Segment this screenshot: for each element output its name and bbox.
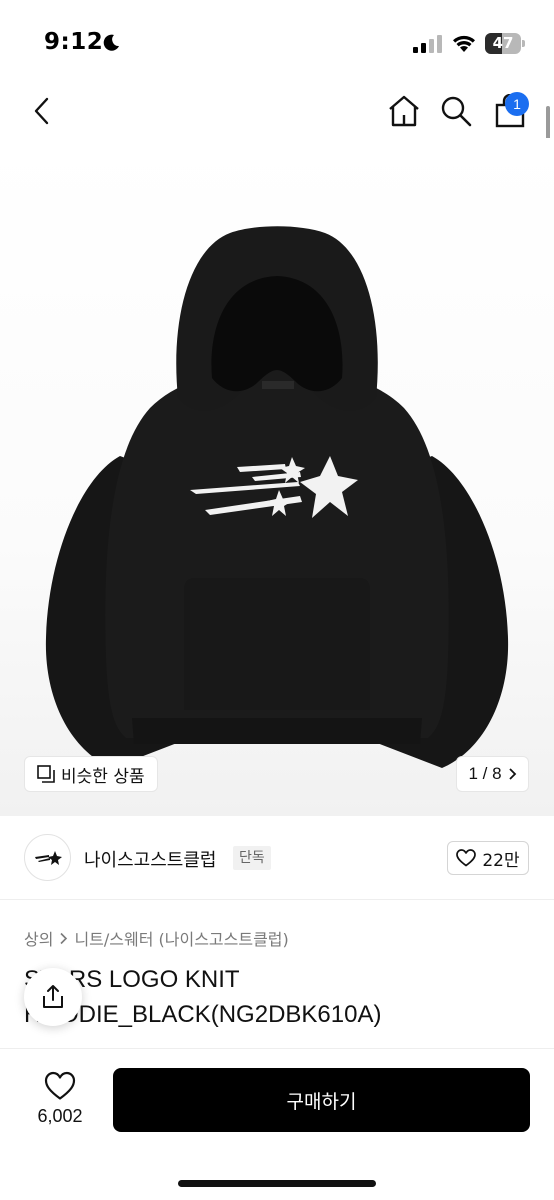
breadcrumb-category[interactable]: 상의 — [24, 926, 53, 950]
brand-row: 나이스고스트클럽 단독 22만 — [0, 816, 554, 900]
brand-logo[interactable] — [24, 834, 71, 881]
search-button[interactable] — [436, 88, 476, 134]
gallery-pager-button[interactable]: 1 / 8 — [456, 756, 529, 792]
brand-name[interactable]: 나이스고스트클럽 — [84, 846, 216, 872]
home-button[interactable] — [384, 88, 424, 134]
product-image-gallery[interactable] — [0, 138, 554, 816]
similar-items-icon — [37, 765, 55, 783]
product-photo-hoodie — [45, 226, 509, 768]
similar-products-button[interactable]: 비슷한 상품 — [24, 756, 158, 792]
gallery-page-indicator: 1 / 8 — [468, 764, 502, 783]
product-title: STARS LOGO KNIT HOODIE_BLACK(NG2DBK610A) — [24, 966, 382, 1028]
cart-count-badge: 1 — [505, 92, 529, 116]
status-bar: 9:12 47 — [0, 0, 554, 88]
brand-like-count: 22만 — [482, 850, 520, 871]
buy-button[interactable]: 구매하기 — [113, 1068, 530, 1132]
battery-icon: 47 — [485, 33, 525, 54]
home-icon — [389, 95, 419, 127]
brand-logo-mark — [34, 850, 62, 865]
moon-icon — [103, 34, 119, 51]
cellular-signal-icon — [413, 35, 442, 53]
heart-icon — [456, 849, 477, 867]
battery-level: 47 — [492, 34, 514, 52]
status-time: 9:12 — [44, 29, 104, 55]
brand-like-button[interactable]: 22만 — [447, 841, 529, 875]
home-indicator — [178, 1180, 376, 1187]
wishlist-button[interactable]: 6,002 — [24, 1071, 96, 1131]
chevron-right-icon — [508, 768, 516, 780]
back-button[interactable] — [22, 88, 62, 134]
wishlist-count: 6,002 — [37, 1106, 83, 1126]
share-button[interactable] — [24, 968, 82, 1026]
heart-icon — [44, 1071, 76, 1100]
exclusive-badge: 단독 — [233, 846, 271, 870]
breadcrumb-subcategory[interactable]: 니트/스웨터 (나이스고스트클럽) — [74, 926, 288, 950]
wifi-icon — [453, 35, 475, 52]
search-icon — [441, 96, 472, 127]
bottom-action-bar: 6,002 구매하기 — [0, 1048, 554, 1200]
share-icon — [43, 985, 63, 1008]
breadcrumb: 상의 니트/스웨터 (나이스고스트클럽) — [24, 926, 289, 950]
chevron-left-icon — [34, 97, 49, 125]
similar-products-label: 비슷한 상품 — [61, 766, 145, 787]
top-nav — [0, 88, 554, 138]
chevron-right-icon — [60, 932, 68, 944]
